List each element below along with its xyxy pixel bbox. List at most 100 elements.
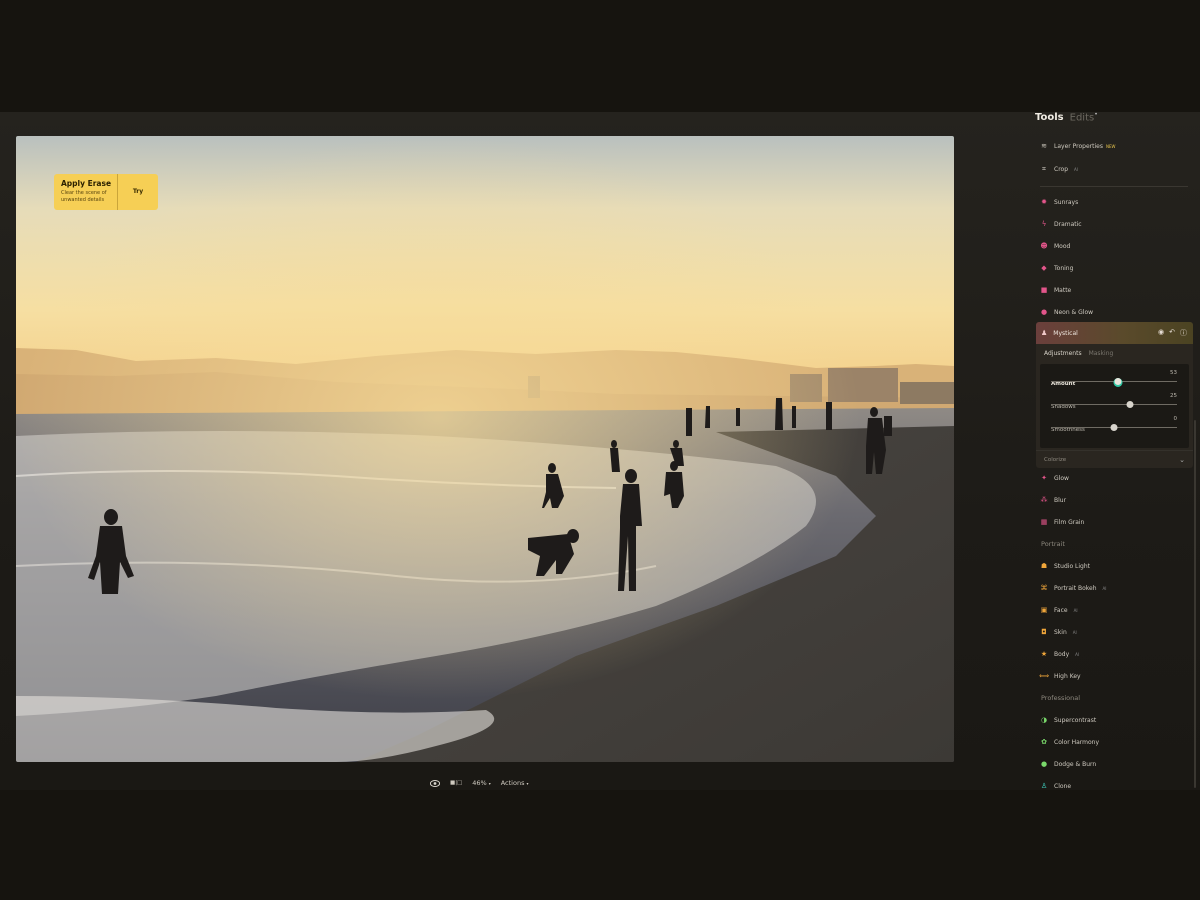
tool-item-color-harmony[interactable]: ✿ Color Harmony: [1040, 735, 1099, 749]
mood-icon: ☻: [1040, 242, 1048, 250]
section-title-professional: Professional: [1041, 694, 1081, 702]
slider-value: 0: [1173, 416, 1178, 422]
try-erase-button[interactable]: Try: [118, 174, 158, 210]
slider-value: 25: [1170, 393, 1177, 399]
tool-item-label: Film Grain: [1054, 518, 1085, 526]
neon-glow-icon: ●: [1040, 308, 1048, 316]
tool-item-blur[interactable]: ⁂ Blur: [1040, 493, 1067, 507]
photo-canvas[interactable]: [16, 136, 954, 762]
eye-icon: [430, 779, 440, 787]
mystical-icon: ♟: [1041, 329, 1048, 337]
tab-edits[interactable]: Edits•: [1070, 111, 1098, 123]
film-grain-icon: ▦: [1040, 518, 1048, 526]
app-window: Apply Erase Clear the scene of unwanted …: [0, 0, 1200, 900]
layers-icon: ≋: [1041, 142, 1047, 150]
tool-item-face[interactable]: ▣ Face AI: [1040, 603, 1078, 617]
tool-item-label: Sunrays: [1054, 198, 1079, 206]
tool-item-label: Clone: [1054, 782, 1072, 790]
studio-light-icon: ☗: [1040, 562, 1048, 570]
tab-tools[interactable]: Tools: [1035, 112, 1064, 123]
tool-item-glow[interactable]: ✦ Glow: [1040, 471, 1069, 485]
tab-masking[interactable]: Masking: [1089, 350, 1114, 357]
chevron-down-icon: ⌄: [1179, 455, 1185, 464]
slider-track[interactable]: [1051, 404, 1177, 405]
tool-item-label: Skin: [1054, 628, 1067, 636]
divider: [1040, 186, 1188, 187]
tool-item-studio-light[interactable]: ☗ Studio Light: [1040, 559, 1090, 573]
tool-item-mood[interactable]: ☻ Mood: [1040, 239, 1070, 253]
skin-icon: ◘: [1041, 628, 1047, 636]
slider-knob[interactable]: [1114, 378, 1122, 385]
tool-item-matte[interactable]: ■ Matte: [1040, 283, 1072, 297]
tab-adjustments[interactable]: Adjustments: [1044, 350, 1082, 357]
tool-item-skin[interactable]: ◘ Skin AI: [1040, 625, 1076, 639]
tool-item-label: Supercontrast: [1054, 716, 1097, 724]
shadows-slider[interactable]: Shadows 25: [1051, 393, 1177, 412]
compare-icon: ■|□: [450, 780, 463, 786]
preview-toggle-button[interactable]: [430, 779, 440, 787]
amount-slider[interactable]: Amount 53: [1051, 370, 1177, 389]
matte-icon: ■: [1040, 286, 1048, 294]
smoothness-slider[interactable]: Smoothness 0: [1051, 416, 1177, 435]
color-harmony-icon: ✿: [1041, 738, 1047, 746]
tool-item-dramatic[interactable]: ϟ Dramatic: [1040, 217, 1082, 231]
tool-item-clone[interactable]: ♙ Clone: [1040, 779, 1071, 790]
tool-item-label: Color Harmony: [1054, 738, 1099, 746]
slider-value: 53: [1170, 370, 1177, 376]
ai-badge: AI: [1102, 585, 1107, 591]
panel-scrollbar[interactable]: [1194, 420, 1196, 788]
apply-erase-banner: Apply Erase Clear the scene of unwanted …: [54, 174, 158, 210]
ai-badge: AI: [1075, 651, 1080, 657]
tool-item-label: Glow: [1054, 474, 1069, 482]
mystical-tool-card: ♟ Mystical ◉ ↶ ⓘ Adjustments Masking Amo…: [1036, 322, 1193, 468]
tool-item-sunrays[interactable]: ✹ Sunrays: [1040, 195, 1078, 209]
clone-icon: ♙: [1040, 782, 1048, 790]
eye-icon[interactable]: ◉: [1158, 328, 1164, 338]
bottom-toolbar: ■|□ 46% ▾ Actions ▾: [430, 776, 528, 790]
zoom-level: 46%: [472, 779, 487, 787]
dodge-burn-icon: ●: [1040, 760, 1048, 768]
supercontrast-icon: ◑: [1040, 716, 1048, 724]
colorize-section[interactable]: Colorize ⌄: [1036, 450, 1193, 468]
tool-item-label: Mood: [1054, 242, 1071, 250]
tool-item-film-grain[interactable]: ▦ Film Grain: [1040, 515, 1085, 529]
tool-item-label: Dramatic: [1054, 220, 1082, 228]
tools-panel: Tools Edits• ≋ Layer Properties NEW ⌗ Cr…: [1030, 108, 1200, 790]
tool-item-toning[interactable]: ◆ Toning: [1040, 261, 1073, 275]
tool-item-high-key[interactable]: ⟺ High Key: [1039, 669, 1081, 683]
tool-item-body[interactable]: ★ Body AI: [1040, 647, 1079, 661]
undo-icon[interactable]: ↶: [1169, 328, 1175, 338]
tool-item-label: Layer Properties: [1054, 142, 1103, 150]
info-icon[interactable]: ⓘ: [1180, 328, 1187, 338]
tool-item-dodge-burn[interactable]: ● Dodge & Burn: [1040, 757, 1096, 771]
edits-badge: •: [1094, 111, 1098, 118]
tool-item-label: Body: [1054, 650, 1070, 658]
tool-item-supercontrast[interactable]: ◑ Supercontrast: [1040, 713, 1096, 727]
mystical-header[interactable]: ♟ Mystical ◉ ↶ ⓘ: [1036, 322, 1193, 344]
tool-item-portrait-bokeh[interactable]: ⌘ Portrait Bokeh AI: [1040, 581, 1107, 595]
tool-item-label: Matte: [1054, 286, 1072, 294]
slider-knob[interactable]: [1126, 401, 1134, 408]
beach-sunset-photo: [16, 136, 954, 762]
sliders-group: Amount 53 Shadows 25 Smoothness 0: [1040, 364, 1189, 448]
tool-item-label: Dodge & Burn: [1054, 760, 1097, 768]
tool-item-label: Portrait Bokeh: [1054, 584, 1097, 592]
sunrays-icon: ✹: [1041, 198, 1047, 206]
tool-item-label: Neon & Glow: [1054, 308, 1094, 316]
compare-button[interactable]: ■|□: [450, 780, 462, 786]
face-icon: ▣: [1040, 606, 1048, 614]
tool-item-layer-properties[interactable]: ≋ Layer Properties NEW: [1040, 139, 1115, 153]
actions-dropdown[interactable]: Actions ▾: [501, 779, 529, 787]
zoom-dropdown[interactable]: 46% ▾: [472, 779, 490, 787]
tool-item-label: Face: [1054, 606, 1068, 614]
tab-edits-label: Edits: [1069, 112, 1095, 124]
tool-item-label: Crop: [1054, 165, 1069, 173]
blur-icon: ⁂: [1040, 496, 1048, 504]
actions-label: Actions: [500, 779, 525, 787]
portrait-bokeh-icon: ⌘: [1040, 584, 1048, 592]
tool-item-label: Studio Light: [1054, 562, 1090, 570]
tool-item-neon-glow[interactable]: ● Neon & Glow: [1040, 305, 1093, 319]
tool-item-label: High Key: [1054, 672, 1081, 680]
tool-item-crop[interactable]: ⌗ Crop AI: [1040, 162, 1078, 176]
slider-knob[interactable]: [1110, 424, 1118, 431]
